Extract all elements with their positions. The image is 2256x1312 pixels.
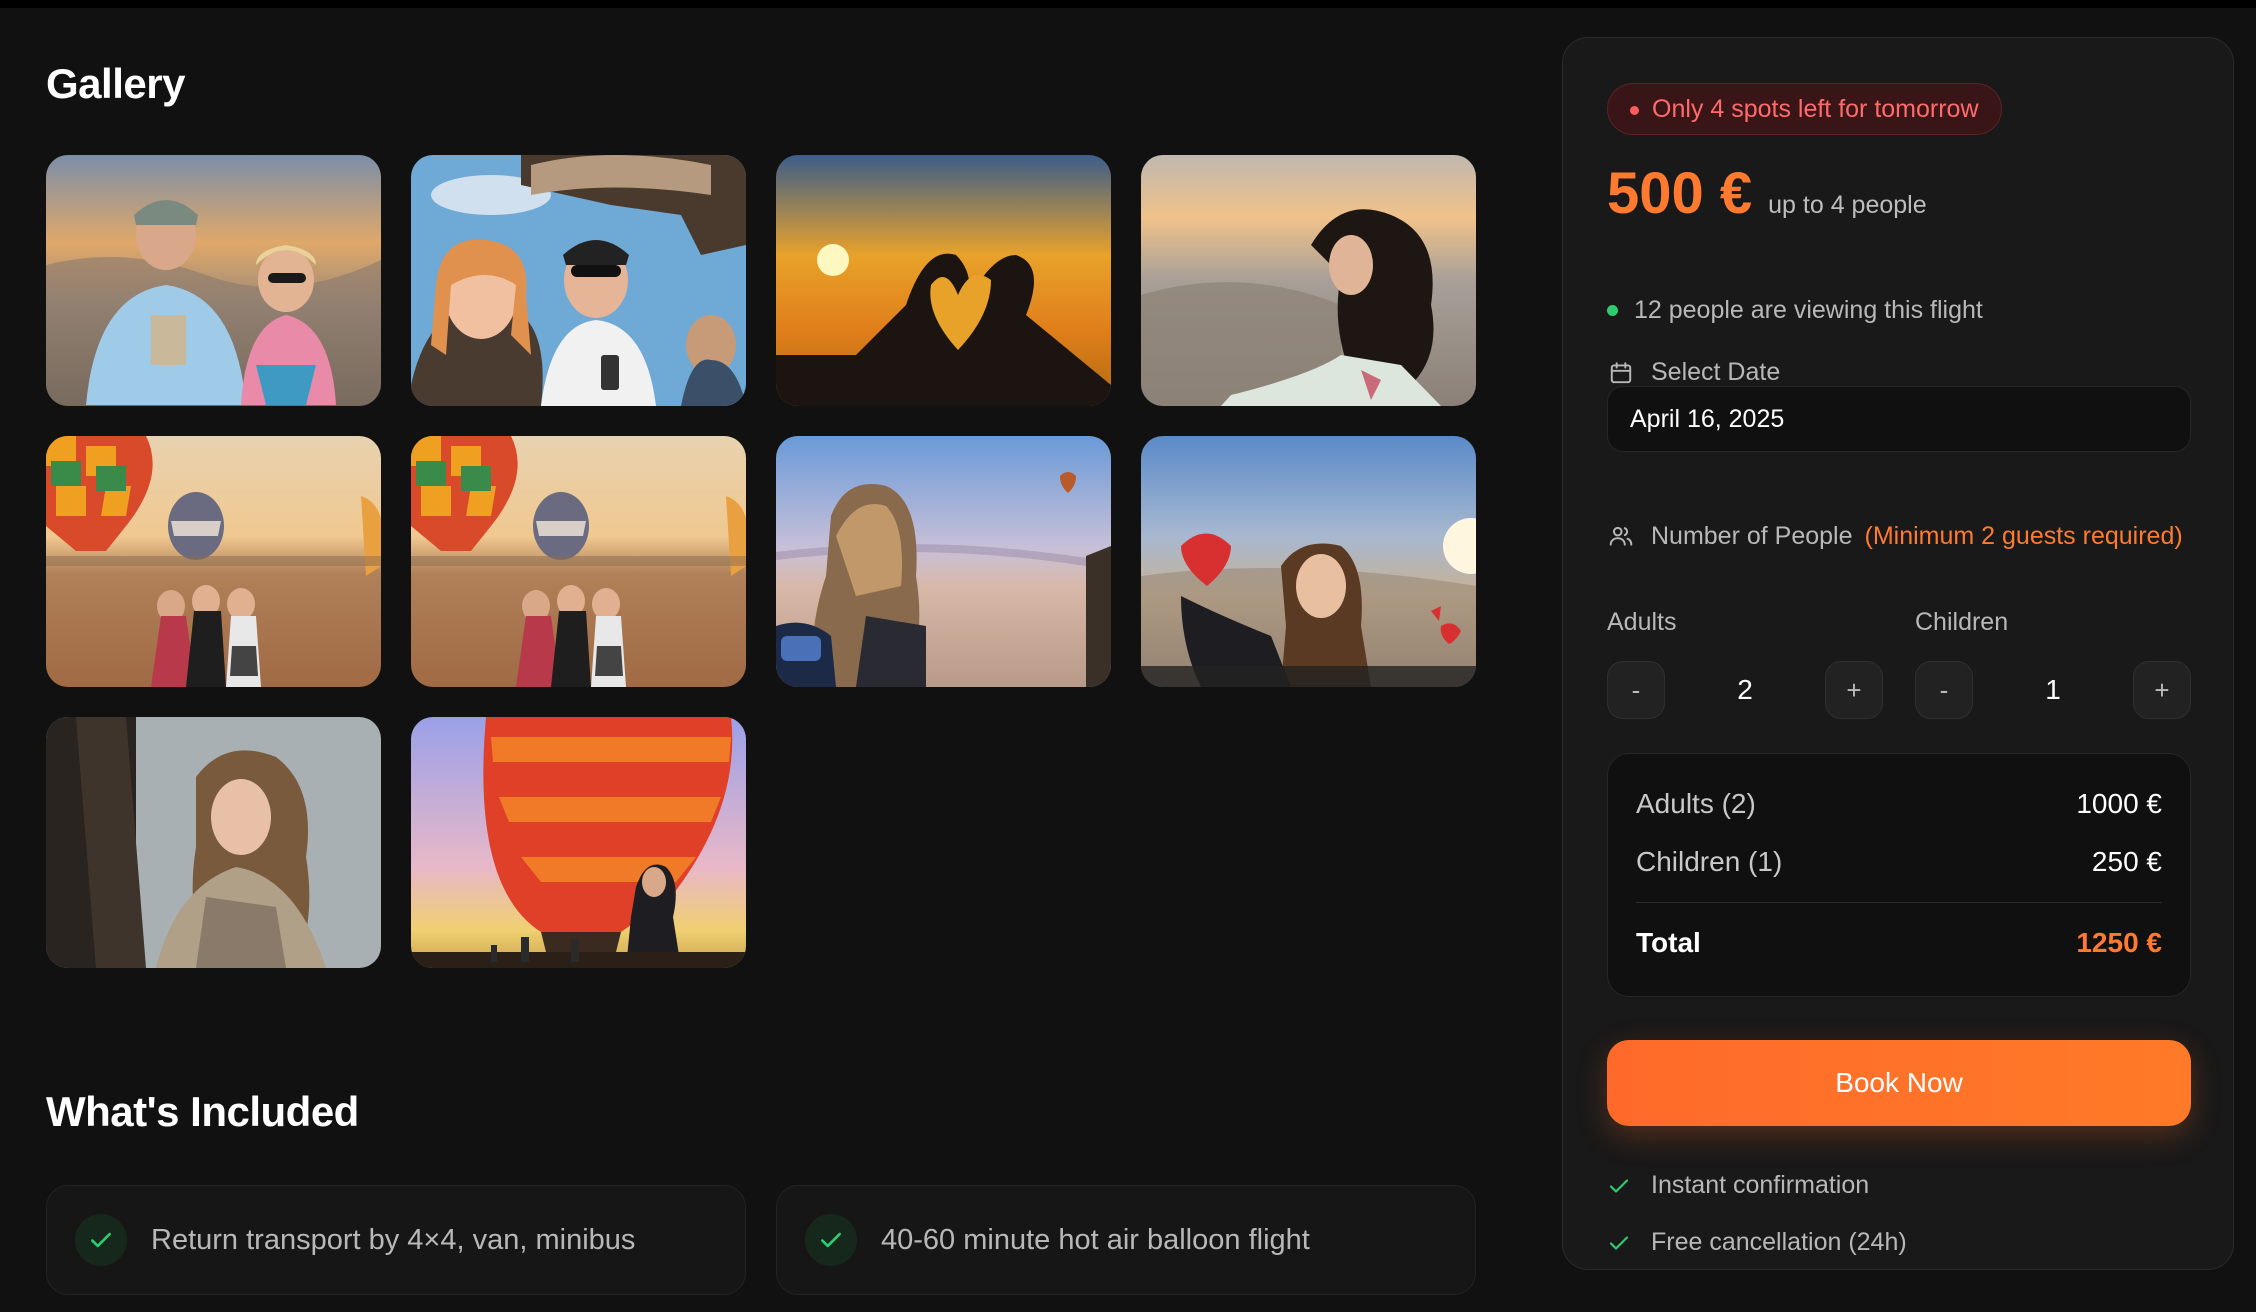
viewers-indicator: 12 people are viewing this flight	[1607, 296, 1983, 325]
people-label-text: Number of People	[1651, 522, 1853, 550]
woman-desert-view-photo[interactable]	[776, 436, 1111, 687]
date-label: Select Date	[1607, 358, 1780, 387]
summary-total-label: Total	[1636, 927, 1701, 958]
summary-total-price: 1250 €	[2076, 927, 2162, 958]
alert-dot-icon	[1630, 106, 1639, 115]
summary-row-total: Total 1250 €	[1636, 927, 2162, 959]
children-label: Children	[1915, 608, 2009, 636]
children-decrement-button[interactable]: -	[1915, 661, 1973, 719]
children-counter: Children - 1 +	[1915, 608, 2191, 719]
summary-row-children: Children (1) 250 €	[1636, 846, 2162, 878]
people-counters: Adults - 2 + Children - 1 +	[1607, 608, 2191, 719]
perk-free-cancellation: Free cancellation (24h)	[1607, 1228, 1907, 1257]
date-value: April 16, 2025	[1630, 404, 1785, 433]
summary-children-price: 250 €	[2091, 846, 2162, 877]
availability-badge: Only 4 spots left for tomorrow	[1607, 83, 2002, 135]
girl-balloon-photo[interactable]	[1141, 436, 1476, 687]
included-title: What's Included	[46, 1088, 359, 1135]
availability-text: Only 4 spots left for tomorrow	[1652, 94, 1979, 123]
included-item-transport: Return transport by 4×4, van, minibus	[46, 1185, 746, 1295]
balloons-group-photo-1[interactable]	[46, 436, 381, 687]
check-icon	[1607, 1174, 1635, 1198]
gallery-grid	[46, 155, 1476, 968]
summary-adults-price: 1000 €	[2076, 788, 2162, 819]
balloons-group-photo-2[interactable]	[411, 436, 746, 687]
adults-decrement-button[interactable]: -	[1607, 661, 1665, 719]
perk-label: Instant confirmation	[1651, 1171, 1870, 1199]
red-balloon-woman-photo[interactable]	[411, 717, 746, 968]
calendar-icon	[1607, 359, 1635, 387]
adults-increment-button[interactable]: +	[1824, 661, 1883, 719]
adults-value: 2	[1737, 674, 1753, 705]
top-bar	[0, 0, 2256, 8]
users-icon	[1607, 522, 1635, 550]
included-item-flight: 40-60 minute hot air balloon flight	[776, 1185, 1476, 1295]
people-label: Number of People (Minimum 2 guests requi…	[1607, 518, 2191, 554]
booking-panel: Only 4 spots left for tomorrow 500 € up …	[1562, 37, 2234, 1270]
woman-curly-hair-photo[interactable]	[1141, 155, 1476, 406]
check-icon	[75, 1214, 127, 1266]
price: 500 €	[1607, 161, 1753, 226]
perk-label: Free cancellation (24h)	[1651, 1228, 1907, 1256]
children-increment-button[interactable]: +	[2132, 661, 2191, 719]
date-input[interactable]: April 16, 2025	[1607, 386, 2191, 452]
check-icon	[805, 1214, 857, 1266]
included-item-label: 40-60 minute hot air balloon flight	[881, 1223, 1310, 1256]
price-note: up to 4 people	[1768, 191, 1927, 219]
summary-divider	[1636, 902, 2162, 903]
adults-counter: Adults - 2 +	[1607, 608, 1883, 719]
price-row: 500 € up to 4 people	[1607, 160, 1927, 227]
gallery-title: Gallery	[46, 60, 185, 107]
heart-hands-sunset-photo[interactable]	[776, 155, 1111, 406]
live-dot-icon	[1607, 305, 1618, 316]
date-label-text: Select Date	[1651, 358, 1781, 386]
perk-instant-confirmation: Instant confirmation	[1607, 1171, 1869, 1200]
viewers-text: 12 people are viewing this flight	[1634, 296, 1983, 324]
couple-selfie-photo[interactable]	[46, 155, 381, 406]
adults-label: Adults	[1607, 608, 1677, 636]
woman-basket-portrait-photo[interactable]	[46, 717, 381, 968]
children-value: 1	[2045, 674, 2061, 705]
minimum-guests-note: (Minimum 2 guests required)	[1864, 522, 2183, 550]
included-list: Return transport by 4×4, van, minibus 40…	[46, 1185, 1476, 1295]
check-icon	[1607, 1231, 1635, 1255]
summary-row-adults: Adults (2) 1000 €	[1636, 788, 2162, 820]
book-now-button[interactable]: Book Now	[1607, 1040, 2191, 1126]
summary-children-label: Children (1)	[1636, 846, 1783, 877]
summary-adults-label: Adults (2)	[1636, 788, 1756, 819]
price-summary: Adults (2) 1000 € Children (1) 250 € Tot…	[1607, 753, 2191, 997]
balloon-basket-selfie-photo[interactable]	[411, 155, 746, 406]
included-item-label: Return transport by 4×4, van, minibus	[151, 1223, 636, 1256]
